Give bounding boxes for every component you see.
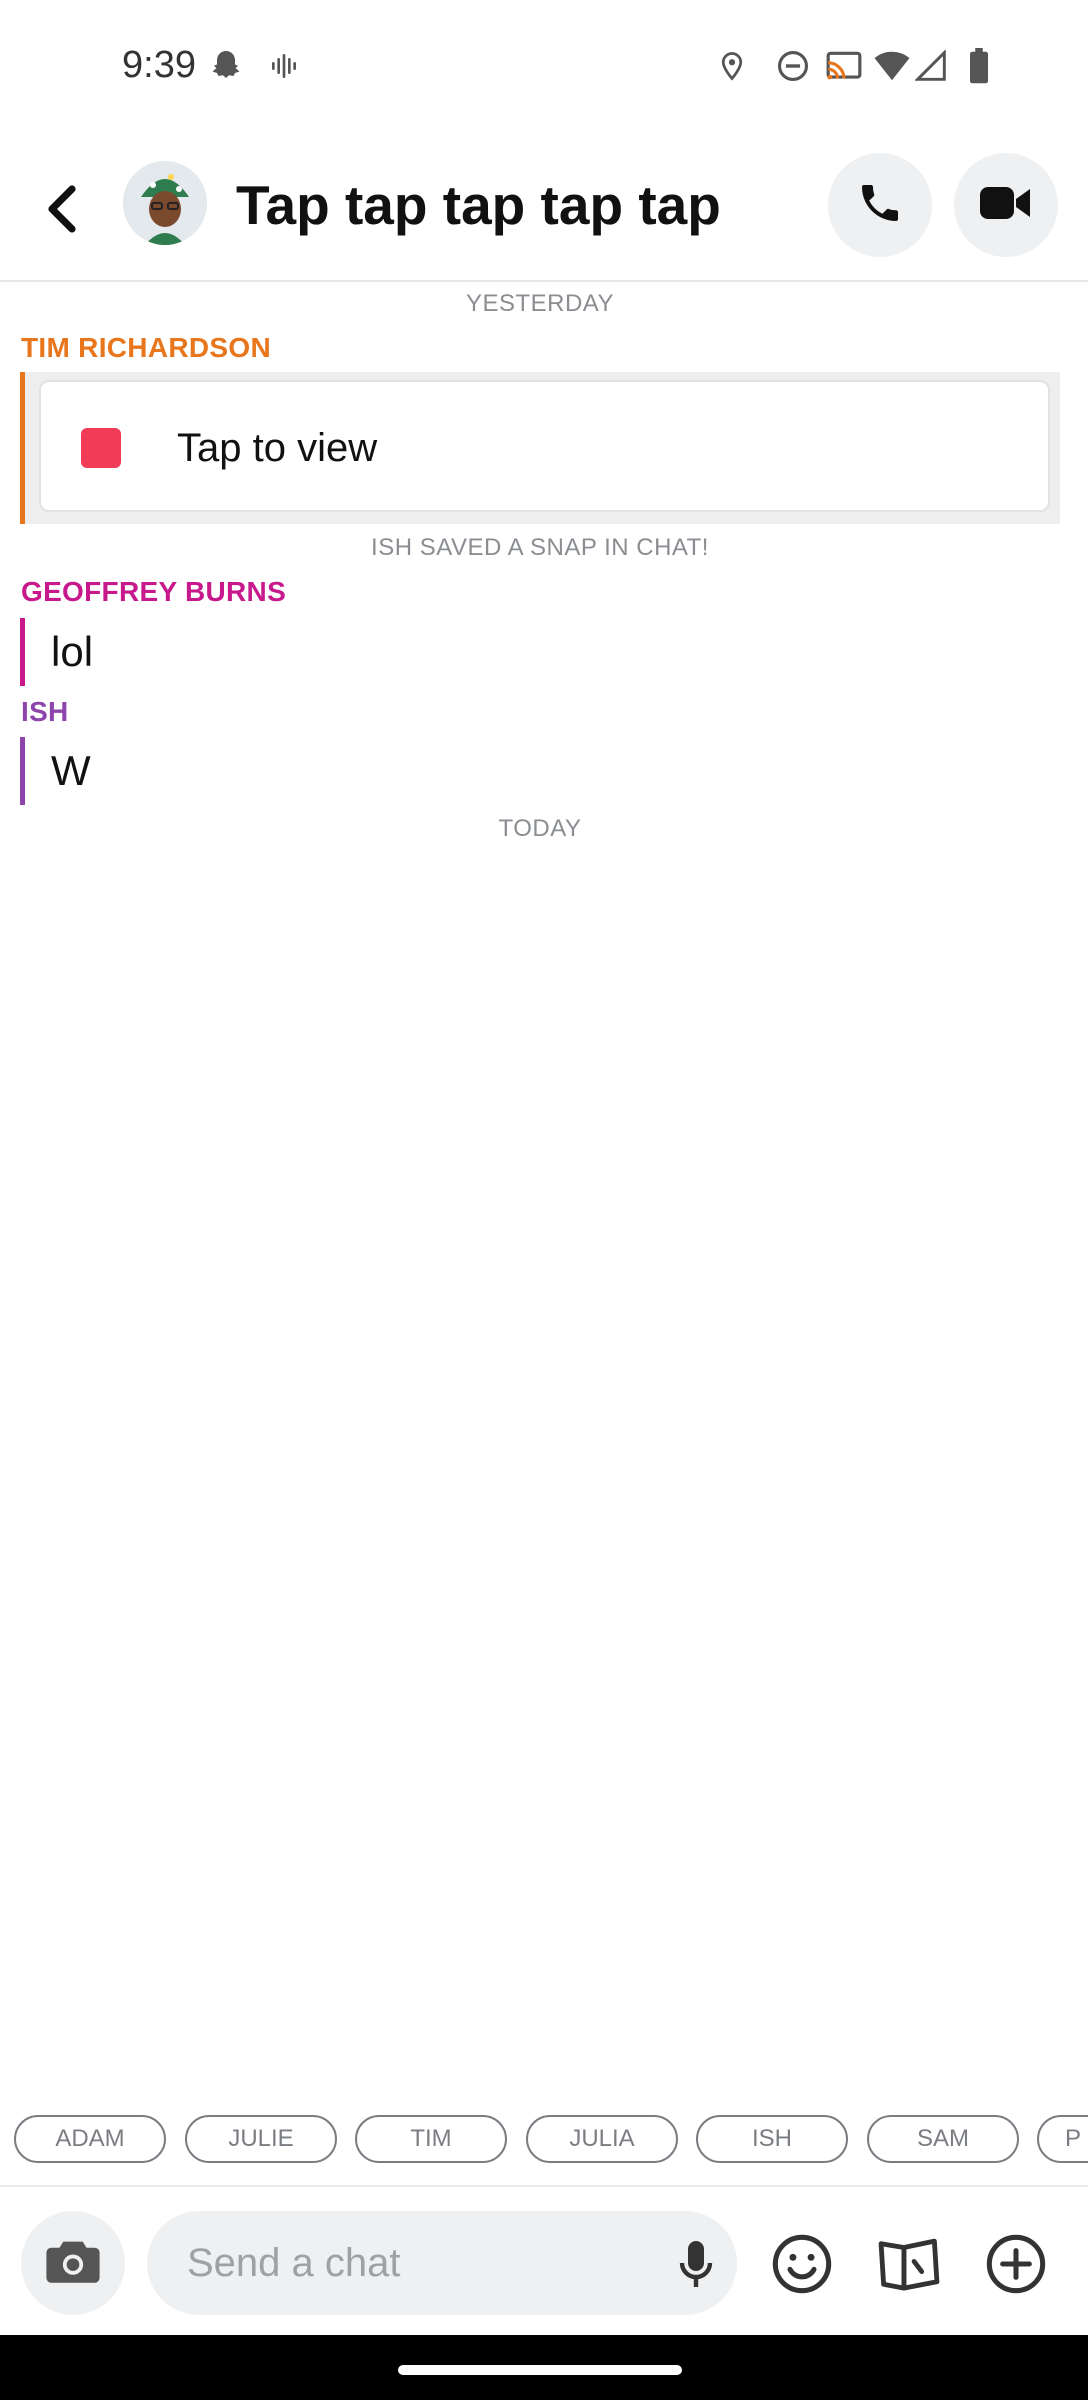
navigation-bar <box>0 2335 1088 2400</box>
date-separator: YESTERDAY <box>465 290 615 317</box>
voice-call-button[interactable] <box>828 153 932 257</box>
chat-title: Tap tap tap tap tap <box>236 174 721 236</box>
chat-message[interactable]: lol <box>20 618 93 686</box>
signal-icon <box>914 46 948 86</box>
cast-icon <box>824 46 864 86</box>
chat-header: Tap tap tap tap tap <box>0 135 1088 282</box>
chip-adam[interactable]: ADAM <box>14 2115 166 2163</box>
camera-button[interactable] <box>21 2211 125 2315</box>
chip-julia[interactable]: JULIA <box>526 2115 678 2163</box>
voice-icon <box>266 46 302 86</box>
tap-to-view-snap[interactable]: Tap to view <box>39 380 1050 512</box>
chip-julie[interactable]: JULIE <box>185 2115 337 2163</box>
snap-indicator-icon <box>81 428 121 468</box>
location-icon <box>714 46 750 86</box>
battery-icon <box>964 46 994 86</box>
sender-name: GEOFFREY BURNS <box>21 576 287 607</box>
wifi-icon <box>872 46 912 86</box>
snap-message: Tap to view <box>20 372 1060 524</box>
system-notice: ISH SAVED A SNAP IN CHAT! <box>371 534 709 561</box>
video-icon <box>980 183 1032 228</box>
mic-icon[interactable] <box>668 2237 724 2293</box>
date-separator: TODAY <box>498 815 582 842</box>
sender-name: TIM RICHARDSON <box>21 332 271 363</box>
camera-icon <box>44 2236 102 2291</box>
status-bar: 9:39 <box>0 0 1088 135</box>
snapchat-ghost-icon <box>206 46 246 86</box>
chip-ish[interactable]: ISH <box>696 2115 848 2163</box>
chip-tim[interactable]: TIM <box>355 2115 507 2163</box>
emoji-icon[interactable] <box>767 2229 837 2299</box>
snap-label: Tap to view <box>177 426 378 470</box>
back-icon[interactable] <box>36 179 88 239</box>
avatar[interactable] <box>123 161 207 245</box>
phone-icon <box>856 179 904 232</box>
dnd-icon <box>774 46 812 86</box>
plus-icon[interactable] <box>981 2229 1051 2299</box>
chat-input[interactable] <box>147 2211 737 2315</box>
home-indicator[interactable] <box>398 2365 682 2375</box>
chip-partial[interactable]: P <box>1037 2115 1088 2163</box>
friend-chips: ADAM JULIE TIM JULIA ISH SAM P <box>0 2113 1088 2167</box>
status-time: 9:39 <box>122 44 196 86</box>
chat-message[interactable]: W <box>20 737 91 805</box>
sender-name: ISH <box>21 696 69 727</box>
input-bar <box>0 2185 1088 2337</box>
stickers-icon[interactable] <box>874 2229 944 2299</box>
video-call-button[interactable] <box>954 153 1058 257</box>
chip-sam[interactable]: SAM <box>867 2115 1019 2163</box>
